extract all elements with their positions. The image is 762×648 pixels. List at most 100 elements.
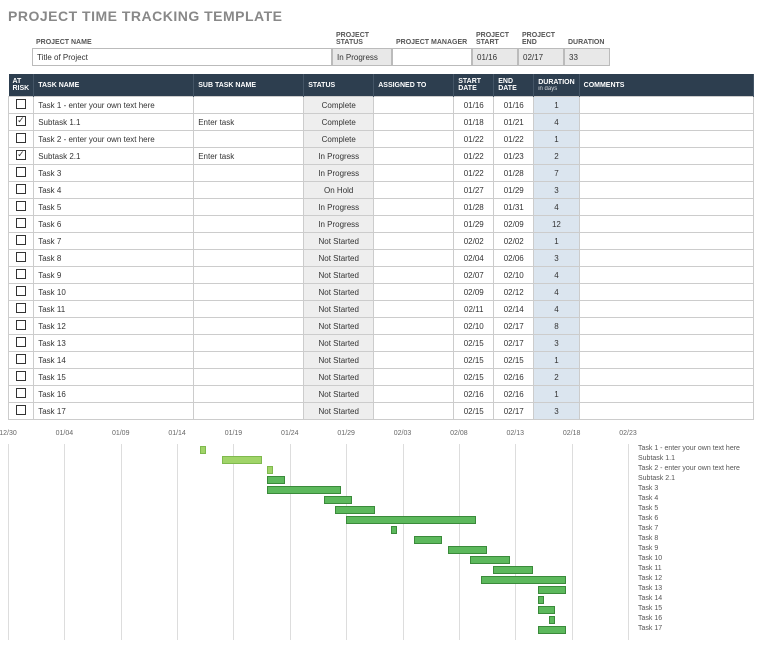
start-cell[interactable]: 01/16 [454, 97, 494, 114]
sub-task-cell[interactable] [194, 403, 304, 420]
assigned-cell[interactable] [374, 369, 454, 386]
comments-cell[interactable] [579, 403, 753, 420]
status-cell[interactable]: Not Started [304, 369, 374, 386]
end-cell[interactable]: 02/06 [494, 250, 534, 267]
sub-task-cell[interactable] [194, 182, 304, 199]
assigned-cell[interactable] [374, 199, 454, 216]
task-name-cell[interactable]: Task 5 [34, 199, 194, 216]
end-cell[interactable]: 01/16 [494, 97, 534, 114]
sub-task-cell[interactable] [194, 335, 304, 352]
start-cell[interactable]: 02/15 [454, 369, 494, 386]
checkbox-icon[interactable] [16, 116, 26, 126]
task-name-cell[interactable]: Task 7 [34, 233, 194, 250]
checkbox-icon[interactable] [16, 354, 26, 364]
comments-cell[interactable] [579, 250, 753, 267]
assigned-cell[interactable] [374, 182, 454, 199]
status-cell[interactable]: Not Started [304, 335, 374, 352]
risk-cell[interactable] [9, 182, 34, 199]
status-cell[interactable]: Not Started [304, 250, 374, 267]
risk-cell[interactable] [9, 165, 34, 182]
assigned-cell[interactable] [374, 352, 454, 369]
start-cell[interactable]: 01/27 [454, 182, 494, 199]
end-cell[interactable]: 02/12 [494, 284, 534, 301]
assigned-cell[interactable] [374, 131, 454, 148]
comments-cell[interactable] [579, 216, 753, 233]
start-cell[interactable]: 02/09 [454, 284, 494, 301]
assigned-cell[interactable] [374, 284, 454, 301]
meta-value-project-name[interactable]: Title of Project [32, 48, 332, 66]
risk-cell[interactable] [9, 403, 34, 420]
meta-value-project-manager[interactable] [392, 48, 472, 66]
checkbox-icon[interactable] [16, 286, 26, 296]
sub-task-cell[interactable] [194, 267, 304, 284]
sub-task-cell[interactable] [194, 301, 304, 318]
task-name-cell[interactable]: Task 8 [34, 250, 194, 267]
checkbox-icon[interactable] [16, 371, 26, 381]
risk-cell[interactable] [9, 97, 34, 114]
risk-cell[interactable] [9, 216, 34, 233]
comments-cell[interactable] [579, 148, 753, 165]
start-cell[interactable]: 01/18 [454, 114, 494, 131]
task-name-cell[interactable]: Subtask 1.1 [34, 114, 194, 131]
status-cell[interactable]: Not Started [304, 352, 374, 369]
comments-cell[interactable] [579, 182, 753, 199]
end-cell[interactable]: 02/02 [494, 233, 534, 250]
start-cell[interactable]: 02/15 [454, 352, 494, 369]
assigned-cell[interactable] [374, 97, 454, 114]
sub-task-cell[interactable] [194, 216, 304, 233]
sub-task-cell[interactable] [194, 131, 304, 148]
task-name-cell[interactable]: Task 11 [34, 301, 194, 318]
assigned-cell[interactable] [374, 403, 454, 420]
risk-cell[interactable] [9, 386, 34, 403]
status-cell[interactable]: In Progress [304, 165, 374, 182]
start-cell[interactable]: 02/16 [454, 386, 494, 403]
start-cell[interactable]: 02/02 [454, 233, 494, 250]
start-cell[interactable]: 02/15 [454, 403, 494, 420]
assigned-cell[interactable] [374, 233, 454, 250]
start-cell[interactable]: 02/15 [454, 335, 494, 352]
checkbox-icon[interactable] [16, 235, 26, 245]
assigned-cell[interactable] [374, 114, 454, 131]
checkbox-icon[interactable] [16, 184, 26, 194]
checkbox-icon[interactable] [16, 201, 26, 211]
checkbox-icon[interactable] [16, 133, 26, 143]
status-cell[interactable]: Not Started [304, 403, 374, 420]
comments-cell[interactable] [579, 199, 753, 216]
risk-cell[interactable] [9, 131, 34, 148]
start-cell[interactable]: 01/28 [454, 199, 494, 216]
status-cell[interactable]: Not Started [304, 267, 374, 284]
assigned-cell[interactable] [374, 165, 454, 182]
task-name-cell[interactable]: Task 14 [34, 352, 194, 369]
risk-cell[interactable] [9, 250, 34, 267]
task-name-cell[interactable]: Task 13 [34, 335, 194, 352]
comments-cell[interactable] [579, 352, 753, 369]
end-cell[interactable]: 01/22 [494, 131, 534, 148]
status-cell[interactable]: Complete [304, 114, 374, 131]
status-cell[interactable]: Not Started [304, 386, 374, 403]
end-cell[interactable]: 01/28 [494, 165, 534, 182]
risk-cell[interactable] [9, 199, 34, 216]
end-cell[interactable]: 01/31 [494, 199, 534, 216]
comments-cell[interactable] [579, 284, 753, 301]
start-cell[interactable]: 02/10 [454, 318, 494, 335]
comments-cell[interactable] [579, 97, 753, 114]
checkbox-icon[interactable] [16, 167, 26, 177]
assigned-cell[interactable] [374, 386, 454, 403]
start-cell[interactable]: 02/11 [454, 301, 494, 318]
end-cell[interactable]: 02/09 [494, 216, 534, 233]
risk-cell[interactable] [9, 114, 34, 131]
comments-cell[interactable] [579, 318, 753, 335]
assigned-cell[interactable] [374, 148, 454, 165]
status-cell[interactable]: On Hold [304, 182, 374, 199]
sub-task-cell[interactable] [194, 352, 304, 369]
task-name-cell[interactable]: Subtask 2.1 [34, 148, 194, 165]
end-cell[interactable]: 02/17 [494, 318, 534, 335]
sub-task-cell[interactable] [194, 386, 304, 403]
meta-value-project-status[interactable]: In Progress [332, 48, 392, 66]
risk-cell[interactable] [9, 233, 34, 250]
end-cell[interactable]: 02/16 [494, 369, 534, 386]
checkbox-icon[interactable] [16, 303, 26, 313]
sub-task-cell[interactable]: Enter task [194, 148, 304, 165]
risk-cell[interactable] [9, 369, 34, 386]
risk-cell[interactable] [9, 318, 34, 335]
